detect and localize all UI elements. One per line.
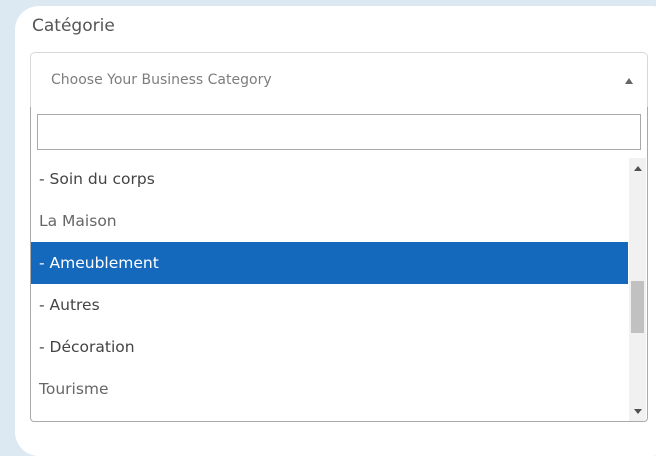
option-group-tourisme: Tourisme [39,380,109,398]
category-select[interactable]: Choose Your Business Category [30,52,648,108]
options-list: - Soin du corps La Maison - Ameublement … [31,158,628,421]
option-ameublement[interactable]: - Ameublement [31,242,628,284]
scrollbar-thumb[interactable] [631,281,644,334]
option-decoration[interactable]: - Décoration [31,326,628,368]
category-dropdown: - Soin du corps La Maison - Ameublement … [30,107,648,422]
option-group-la-maison: La Maison [39,212,117,230]
caret-up-icon [625,78,633,84]
scroll-down-arrow-icon[interactable] [634,409,642,414]
scroll-up-arrow-icon[interactable] [634,166,642,171]
category-label: Catégorie [32,16,115,36]
option-soin-du-corps[interactable]: - Soin du corps [31,158,628,200]
dropdown-search-input[interactable] [37,114,641,150]
option-autres[interactable]: - Autres [31,284,628,326]
dropdown-scrollbar[interactable] [629,158,646,421]
category-select-placeholder: Choose Your Business Category [51,72,272,88]
